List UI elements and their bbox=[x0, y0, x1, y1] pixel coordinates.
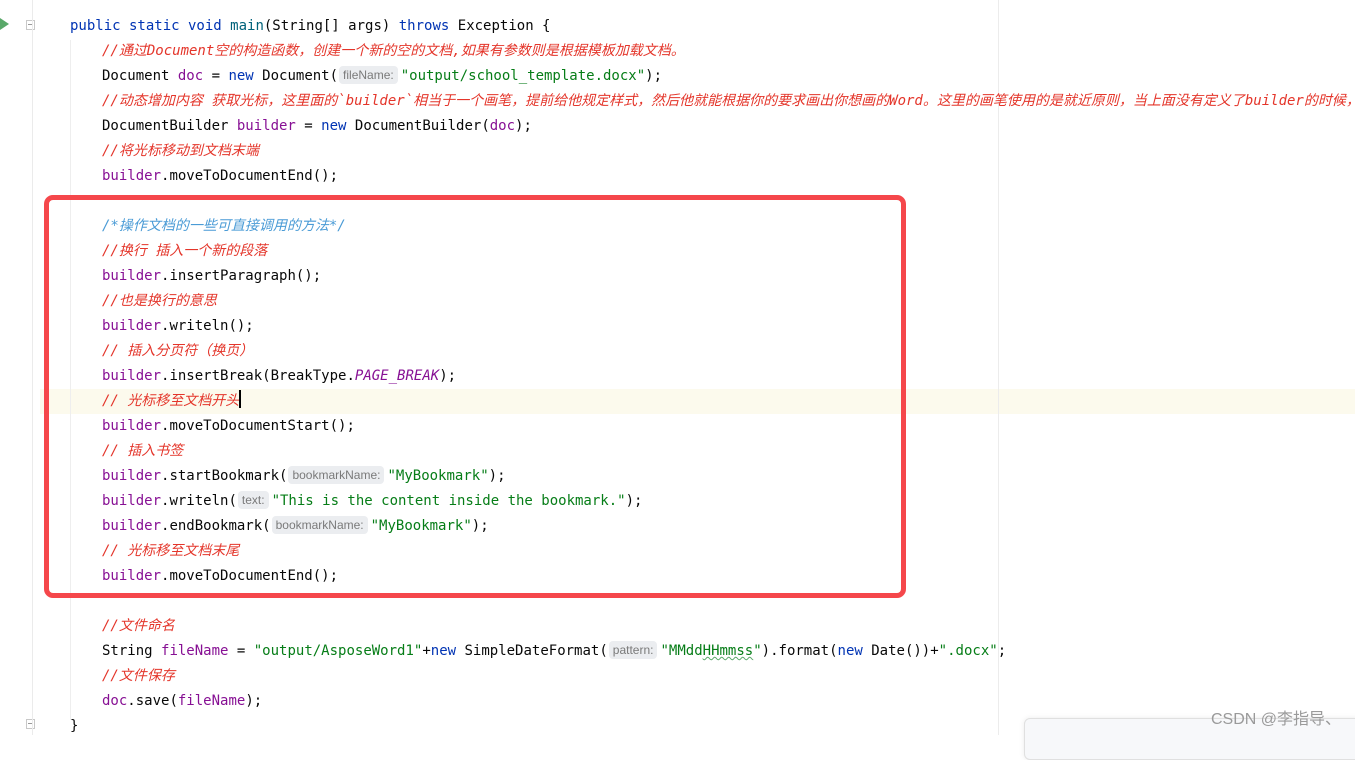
watermark: CSDN @李指导、 bbox=[1210, 711, 1341, 728]
code-token: } bbox=[70, 718, 79, 734]
code-line[interactable]: String fileName = "output/AsposeWord1"+n… bbox=[102, 639, 1006, 664]
code-line[interactable]: DocumentBuilder builder = new DocumentBu… bbox=[102, 114, 532, 139]
code-token: Document( bbox=[262, 68, 339, 84]
code-token: new bbox=[228, 68, 263, 84]
code-token: //通过Document空的构造函数，创建一个新的空的文档,如果有参数则是根据模… bbox=[102, 43, 685, 59]
code-token: Document bbox=[102, 68, 178, 84]
fold-marker-icon[interactable] bbox=[26, 20, 35, 30]
code-token: ); bbox=[515, 118, 532, 134]
code-token: new bbox=[837, 643, 872, 659]
code-token: fileName bbox=[161, 643, 229, 659]
code-token: builder bbox=[236, 118, 296, 134]
code-token: ); bbox=[245, 693, 263, 709]
code-token: ; bbox=[997, 643, 1007, 659]
editor-gutter[interactable] bbox=[0, 0, 40, 735]
code-line[interactable]: builder.moveToDocumentEnd(); bbox=[102, 164, 338, 189]
fold-gutter-line bbox=[32, 0, 33, 735]
code-token: ).format( bbox=[761, 643, 838, 659]
code-token: //动态增加内容 获取光标，这里面的`builder`相当于一个画笔，提前给他规… bbox=[102, 93, 1355, 109]
code-token: builder bbox=[102, 168, 162, 184]
code-token: Exception { bbox=[457, 18, 551, 34]
code-token: throws bbox=[398, 18, 458, 34]
code-line[interactable]: } bbox=[70, 714, 78, 739]
code-token: Date())+ bbox=[871, 643, 939, 659]
code-token: = bbox=[295, 118, 322, 134]
code-line[interactable]: Document doc = new Document(fileName: "ou… bbox=[102, 64, 662, 89]
code-token: DocumentBuilder( bbox=[354, 118, 490, 134]
code-token: fileName bbox=[177, 693, 246, 709]
spelling-squiggle: HHmmss bbox=[702, 643, 754, 659]
run-gutter-icon[interactable] bbox=[0, 18, 9, 30]
code-line[interactable]: //通过Document空的构造函数，创建一个新的空的文档,如果有参数则是根据模… bbox=[102, 39, 685, 64]
code-line[interactable]: //将光标移动到文档末端 bbox=[102, 139, 259, 164]
code-token: "MMdd bbox=[660, 643, 703, 659]
code-token: SimpleDateFormat( bbox=[464, 643, 608, 659]
code-token: //文件命名 bbox=[102, 618, 175, 634]
parameter-hint: fileName: bbox=[339, 66, 398, 84]
code-token: = bbox=[203, 68, 229, 84]
code-line[interactable]: doc.save(fileName); bbox=[102, 689, 262, 714]
code-line[interactable]: //文件命名 bbox=[102, 614, 175, 639]
code-token: new bbox=[321, 118, 355, 134]
code-token: args bbox=[348, 18, 382, 34]
code-token: .moveToDocumentEnd(); bbox=[161, 168, 339, 184]
code-token: "output/AsposeWord1" bbox=[253, 643, 423, 659]
code-token: //文件保存 bbox=[102, 668, 175, 684]
code-token: (String[] bbox=[263, 18, 349, 34]
code-token: //将光标移动到文档末端 bbox=[102, 143, 259, 159]
code-line[interactable]: public static void main(String[] args) t… bbox=[70, 14, 550, 39]
code-line[interactable]: //文件保存 bbox=[102, 664, 175, 689]
method-name: main bbox=[230, 18, 264, 34]
code-token: doc bbox=[102, 693, 128, 709]
code-token: doc bbox=[489, 118, 516, 134]
code-token: .save( bbox=[127, 693, 178, 709]
code-token: new bbox=[430, 643, 465, 659]
code-token: ".docx" bbox=[938, 643, 998, 659]
code-token: String bbox=[102, 643, 162, 659]
red-highlight-annotation bbox=[44, 195, 906, 598]
parameter-hint: pattern: bbox=[608, 641, 658, 659]
code-token: "output/school_template.docx" bbox=[400, 68, 646, 84]
code-token: ) bbox=[381, 18, 399, 34]
code-token: doc bbox=[177, 68, 204, 84]
code-token: + bbox=[422, 643, 431, 659]
code-token: = bbox=[228, 643, 254, 659]
code-line[interactable]: //动态增加内容 获取光标，这里面的`builder`相当于一个画笔，提前给他规… bbox=[102, 89, 1355, 114]
code-token: DocumentBuilder bbox=[102, 118, 237, 134]
code-token: ); bbox=[645, 68, 663, 84]
code-token: " bbox=[753, 643, 762, 659]
code-token: public static void bbox=[70, 18, 231, 34]
fold-marker-icon[interactable] bbox=[26, 719, 35, 729]
